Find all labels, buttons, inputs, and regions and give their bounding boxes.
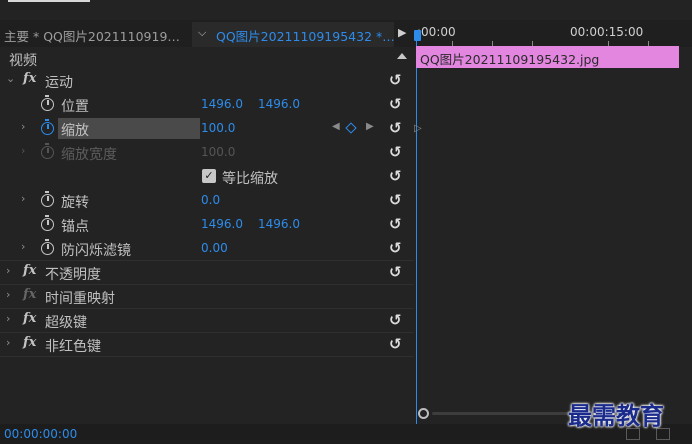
property-label: 等比缩放 (222, 171, 278, 187)
playhead-line (416, 41, 417, 424)
stopwatch-icon[interactable] (41, 191, 54, 207)
property-anti-flicker-row: › 防闪烁滤镜 0.00 ↺ (0, 237, 414, 261)
playhead-handle[interactable] (414, 30, 421, 41)
time-ruler[interactable]: :00:00 00:00:15:00 (412, 22, 692, 46)
add-keyframe-icon[interactable] (345, 122, 357, 134)
effect-non-red-key-row[interactable]: › fx 非红色键 ↺ (0, 333, 414, 357)
chevron-right-icon[interactable]: › (21, 192, 25, 205)
property-label: 锚点 (61, 219, 89, 235)
anti-flicker-value[interactable]: 0.00 (201, 241, 228, 255)
sequence-clip-label: QQ图片20211109195432 *… (216, 29, 395, 44)
property-label: 缩放宽度 (61, 147, 117, 163)
section-title: 视频 (9, 53, 37, 69)
stopwatch-icon[interactable] (41, 215, 54, 231)
effect-controls-panel: 视频 ⌄ fx 运动 ↺ 位置 1496.0 1496.0 ↺ › 缩放 100… (0, 47, 414, 424)
position-y-value[interactable]: 1496.0 (258, 97, 300, 111)
chevron-right-icon[interactable]: › (21, 240, 25, 253)
panel-tab-underline (8, 0, 90, 2)
anchor-x-value[interactable]: 1496.0 (201, 217, 243, 231)
position-x-value[interactable]: 1496.0 (201, 97, 243, 111)
keyframe-marker-icon: ▷ (414, 123, 422, 134)
property-scale-width-row: › 缩放宽度 100.0 ↺ (0, 141, 414, 165)
reset-icon[interactable]: ↺ (389, 71, 402, 89)
fx-icon[interactable]: fx (23, 71, 36, 86)
chevron-right-icon[interactable]: › (6, 288, 10, 301)
property-label: 缩放 (61, 123, 89, 139)
reset-icon[interactable]: ↺ (389, 215, 402, 233)
anchor-y-value[interactable]: 1496.0 (258, 217, 300, 231)
reset-icon[interactable]: ↺ (389, 239, 402, 257)
effect-label: 非红色键 (45, 339, 101, 355)
property-position-row: 位置 1496.0 1496.0 ↺ (0, 93, 414, 117)
master-clip-tab[interactable]: 主要 * QQ图片2021110919… (4, 26, 180, 45)
scale-width-value: 100.0 (201, 145, 236, 159)
chevron-down-icon[interactable]: ⌄ (6, 72, 15, 85)
fx-icon: fx (23, 287, 37, 302)
effect-opacity-row[interactable]: › fx 不透明度 ↺ (0, 261, 414, 285)
property-label: 旋转 (61, 195, 89, 211)
section-video: 视频 (0, 47, 414, 71)
reset-icon[interactable]: ↺ (389, 119, 402, 137)
scale-value[interactable]: 100.0 (201, 121, 235, 135)
fx-icon[interactable]: fx (23, 263, 36, 278)
uniform-scale-checkbox[interactable]: ✓ (202, 169, 216, 183)
stopwatch-icon[interactable] (41, 239, 54, 255)
property-scale-row: › 缩放 100.0 ◀ ▶ ↺ (0, 117, 414, 141)
chevron-right-icon[interactable]: › (6, 264, 10, 277)
property-anchor-row: 锚点 1496.0 1496.0 ↺ (0, 213, 414, 237)
reset-icon[interactable]: ↺ (389, 311, 402, 329)
clip-name: QQ图片20211109195432.jpg (420, 52, 600, 67)
chevron-right-icon: › (21, 144, 26, 157)
chevron-right-icon[interactable]: › (6, 312, 10, 325)
reset-icon[interactable]: ↺ (389, 263, 402, 281)
effect-label: 超级键 (45, 315, 87, 331)
effect-label: 运动 (45, 75, 73, 91)
ruler-start-label: :00:00 (417, 25, 456, 39)
zoom-handle[interactable] (418, 408, 429, 419)
fx-icon[interactable]: fx (23, 311, 36, 326)
sequence-clip-tab[interactable]: ⌵ QQ图片20211109195432 *… (192, 22, 395, 47)
fx-icon[interactable]: fx (23, 335, 36, 350)
play-triangle-icon[interactable]: ▶ (398, 26, 406, 39)
stopwatch-icon[interactable] (41, 119, 54, 135)
chevron-right-icon[interactable]: › (21, 120, 25, 133)
previous-keyframe-icon[interactable]: ◀ (332, 121, 340, 132)
effect-ultra-key-row[interactable]: › fx 超级键 ↺ (0, 309, 414, 333)
next-keyframe-icon[interactable]: ▶ (366, 121, 374, 132)
chevron-down-icon[interactable]: ⌵ (198, 26, 206, 40)
effect-motion-row[interactable]: ⌄ fx 运动 ↺ (0, 69, 414, 93)
ruler-mark-label: 00:00:15:00 (570, 25, 644, 39)
timeline-clip[interactable]: QQ图片20211109195432.jpg (416, 46, 679, 68)
property-label: 位置 (61, 99, 89, 115)
zoom-scrollbar[interactable] (432, 412, 572, 415)
effect-label: 不透明度 (45, 267, 101, 283)
reset-icon[interactable]: ↺ (389, 143, 402, 161)
chevron-right-icon[interactable]: › (6, 336, 10, 349)
effect-label: 时间重映射 (45, 291, 115, 307)
reset-icon[interactable]: ↺ (389, 335, 402, 353)
stopwatch-icon (41, 143, 54, 159)
rotation-value[interactable]: 0.0 (201, 193, 220, 207)
property-uniform-scale-row: ✓ 等比缩放 ↺ (0, 165, 414, 189)
reset-icon[interactable]: ↺ (389, 167, 402, 185)
reset-icon[interactable]: ↺ (389, 191, 402, 209)
current-timecode[interactable]: 00:00:00:00 (4, 427, 77, 441)
reset-icon[interactable]: ↺ (389, 95, 402, 113)
property-label: 防闪烁滤镜 (61, 243, 131, 259)
stopwatch-icon[interactable] (41, 95, 54, 111)
effect-time-remap-row[interactable]: › fx 时间重映射 (0, 285, 414, 309)
property-rotation-row: › 旋转 0.0 ↺ (0, 189, 414, 213)
watermark-logo: 最需教育 (568, 401, 664, 430)
